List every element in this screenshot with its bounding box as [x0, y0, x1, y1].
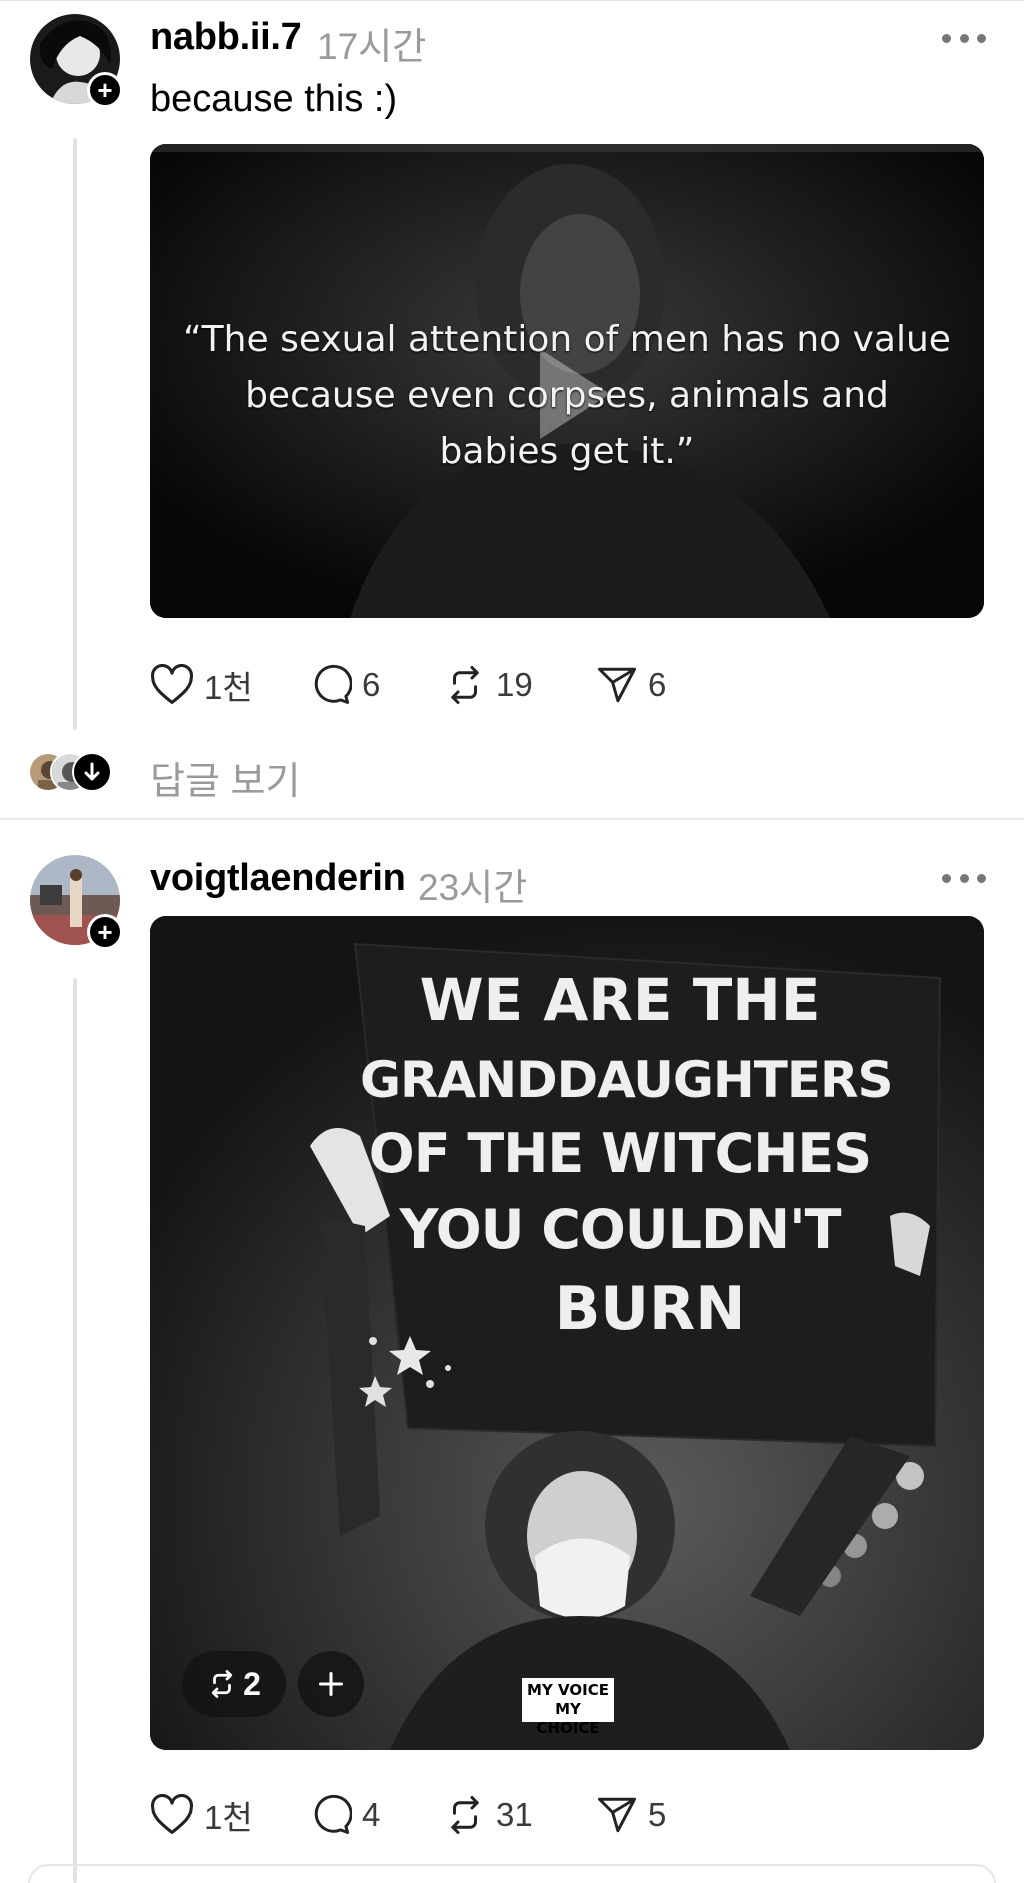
repost-pill-count: 2 [243, 1665, 261, 1702]
sticker-line: MY CHOICE [536, 1700, 600, 1737]
repost-pill[interactable]: 2 [182, 1651, 286, 1717]
post-2: + voigtlaenderin 23시간 WE ARE THE GRANDDA… [0, 0, 1024, 1883]
share-button[interactable]: 5 [596, 1790, 666, 1840]
post-username[interactable]: voigtlaenderin [150, 857, 406, 900]
more-icon[interactable] [942, 872, 986, 884]
sign-line: BURN [554, 1274, 746, 1344]
post-time: 23시간 [418, 867, 528, 908]
sign-line: WE ARE THE [419, 966, 821, 1034]
add-button[interactable] [298, 1651, 364, 1717]
post-image[interactable]: WE ARE THE GRANDDAUGHTERS OF THE WITCHES… [150, 916, 984, 1750]
like-count: 1천 [204, 1799, 253, 1836]
my-voice-sticker: MY VOICE MY CHOICE [522, 1678, 614, 1737]
thread-line [73, 978, 77, 1883]
sign-line: YOU COULDN'T [399, 1198, 842, 1261]
post-actions: 1천 4 31 5 [150, 1790, 710, 1840]
sign-line: GRANDDAUGHTERS [360, 1051, 894, 1109]
repost-icon [451, 1796, 479, 1834]
share-count: 5 [648, 1796, 667, 1833]
sign-line: OF THE WITCHES [368, 1122, 872, 1185]
sign-text: WE ARE THE GRANDDAUGHTERS OF THE WITCHES… [360, 966, 894, 1344]
repost-button[interactable]: 31 [444, 1790, 533, 1840]
repost-icon [211, 1670, 233, 1698]
heart-icon [150, 1794, 194, 1834]
follow-plus-icon[interactable]: + [87, 914, 123, 950]
comment-button[interactable]: 4 [310, 1790, 380, 1840]
repost-count: 31 [496, 1796, 533, 1833]
comment-count: 4 [362, 1796, 381, 1833]
plus-icon [318, 1671, 344, 1697]
like-button[interactable]: 1천 [150, 1790, 253, 1840]
comment-icon [314, 1794, 352, 1834]
sticker-line: MY VOICE [527, 1681, 609, 1699]
share-icon [598, 1797, 636, 1833]
bottom-bar-edge [28, 1864, 996, 1883]
